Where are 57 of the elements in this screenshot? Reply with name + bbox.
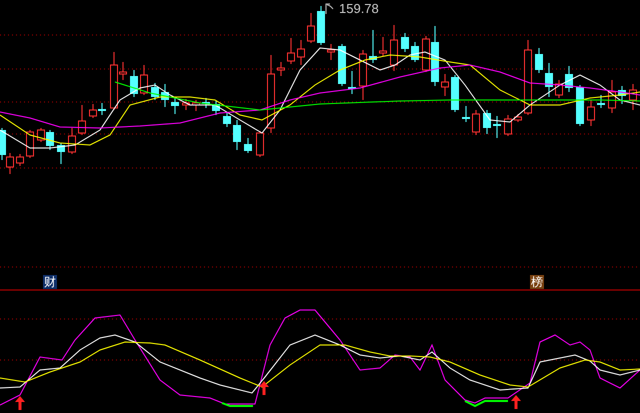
up-arrow-icon [259,381,269,395]
candlestick [462,106,470,122]
candlestick [441,74,449,96]
candlestick [390,24,398,72]
candlestick [297,40,305,66]
candlestick [472,110,480,136]
candlestick [140,64,148,96]
price-high-label: 159.78 [339,1,379,16]
candlestick [565,66,573,92]
up-arrow-icon [511,395,521,409]
candlestick [411,42,419,62]
candlestick [555,80,563,98]
candlestick [277,62,285,76]
candlestick [576,84,584,126]
candlestick [182,98,190,110]
candlestick [545,62,553,98]
candlestick [57,142,65,164]
candlestick [608,80,616,114]
candlestick [451,74,459,112]
candlestick [504,114,512,136]
candlestick [171,98,179,114]
event-marker[interactable]: 财 [43,275,57,289]
candlestick [161,84,169,108]
candlestick [379,36,387,56]
candlestick [493,116,501,138]
candlestick [618,86,626,104]
candlestick [597,94,605,108]
leader-line [326,4,334,14]
candlestick [192,100,200,112]
candlestick [256,130,264,158]
candlestick [307,12,315,44]
candlestick [151,82,159,100]
candlestick [68,128,76,154]
candlestick [514,114,522,122]
candlestick [348,70,356,94]
candlestick [202,98,210,108]
candlestick [401,32,409,52]
candlestick [26,130,34,158]
up-arrow-icon [15,396,25,410]
candlestick [317,6,325,46]
candlestick [483,110,491,134]
candlestick [369,30,377,64]
candlestick [327,44,335,60]
event-marker[interactable]: 榜 [530,275,544,289]
candlestick [212,100,220,116]
candlestick [223,112,231,128]
candlestick [338,44,346,86]
candlestick [535,48,543,74]
candlestick [587,100,595,126]
candlestick [359,50,367,100]
candlestick [629,84,637,110]
candlestick [287,38,295,64]
candlestick [233,120,241,150]
candlestick [78,104,86,136]
candlestick [244,138,252,154]
candlestick [16,154,24,166]
candlestick [130,70,138,98]
